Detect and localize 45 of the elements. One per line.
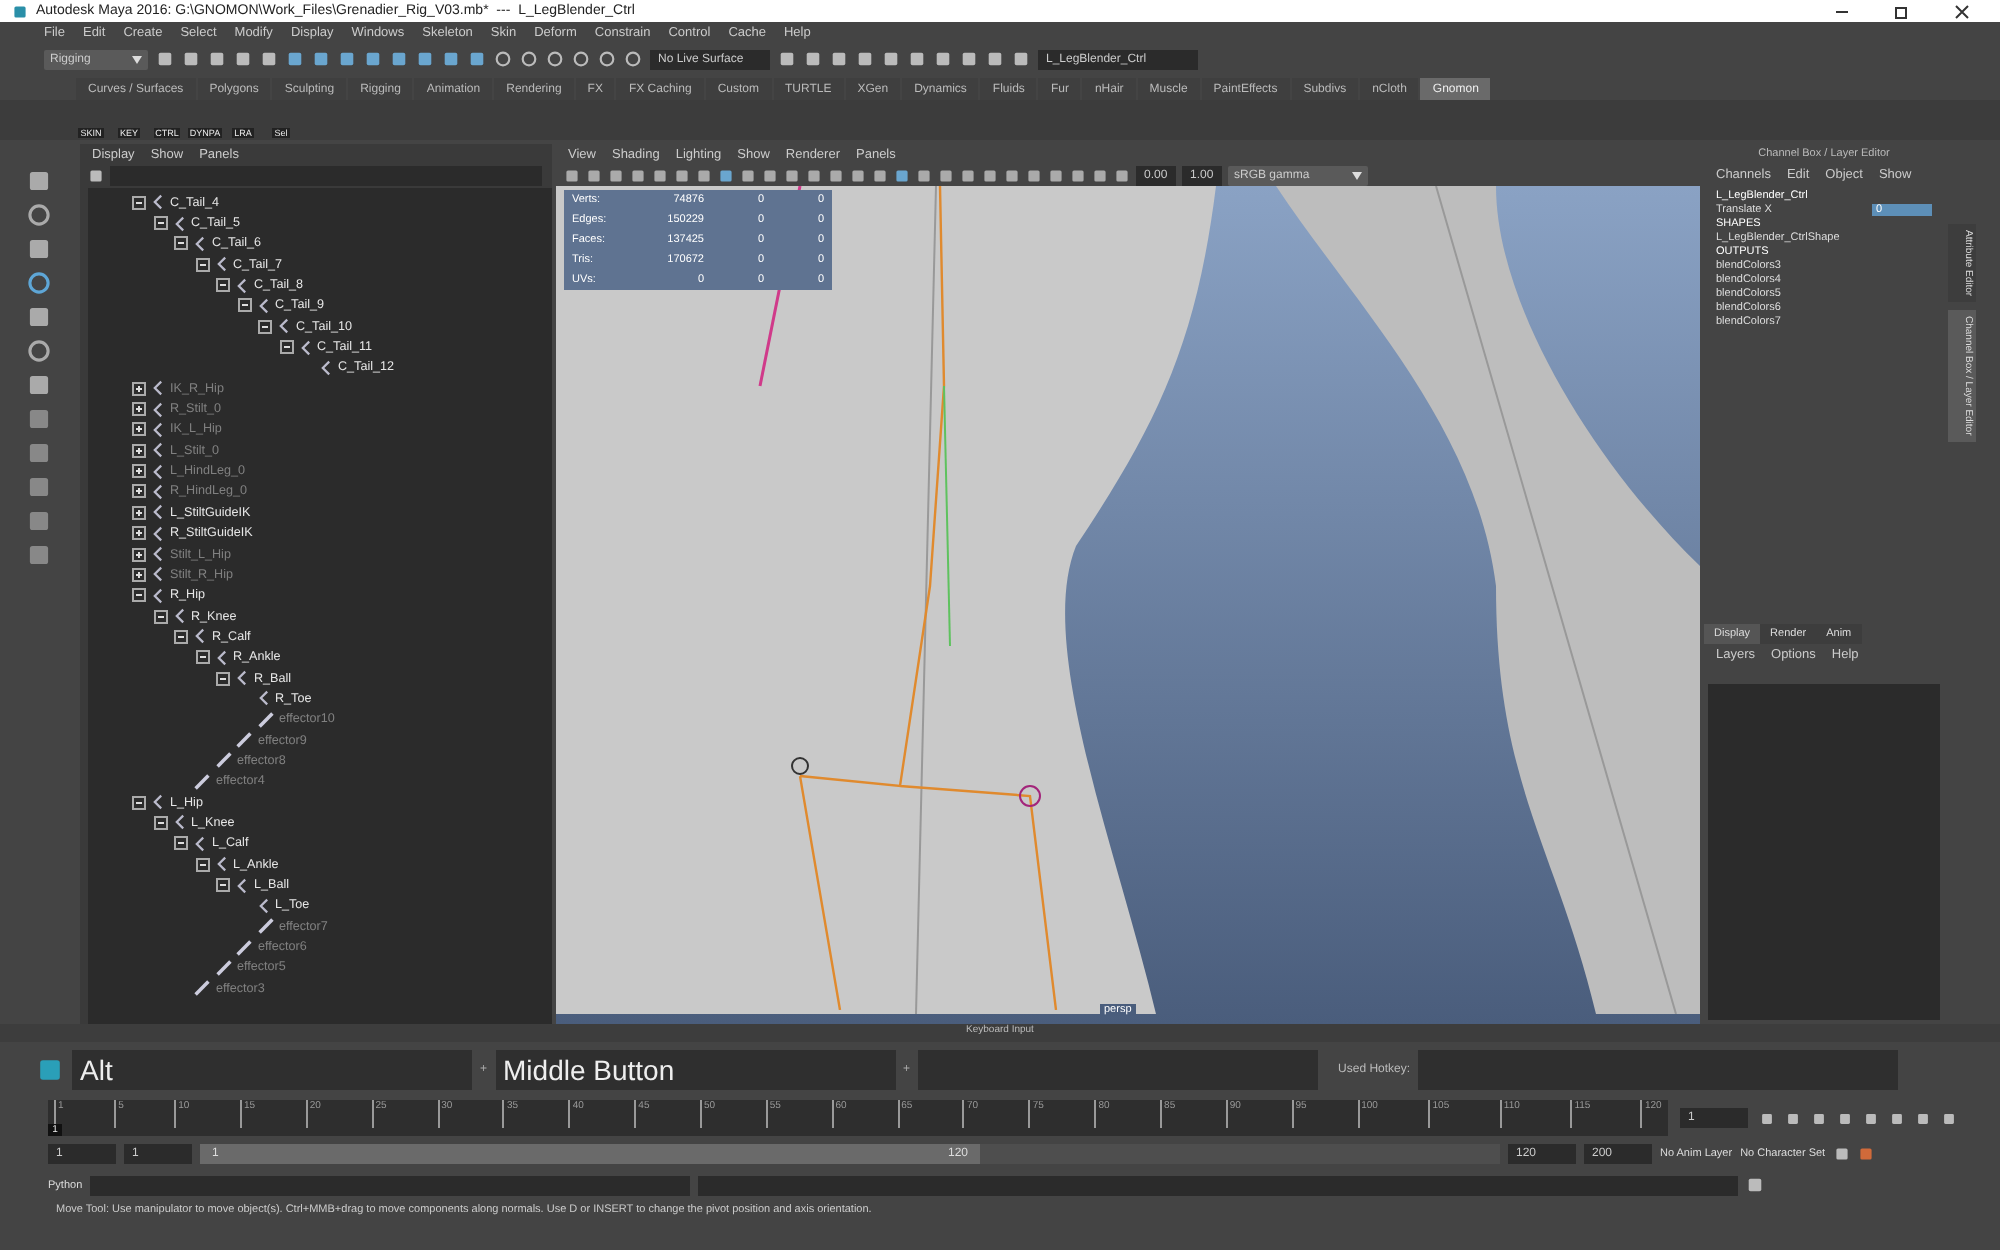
collapse-toggle[interactable] [132, 195, 146, 210]
collapse-toggle[interactable] [174, 836, 188, 851]
layout-icon[interactable] [25, 440, 51, 466]
collapse-toggle[interactable] [279, 340, 293, 355]
collapse-toggle[interactable] [216, 878, 230, 893]
collapse-toggle[interactable] [237, 298, 251, 313]
expand-toggle[interactable] [132, 443, 146, 458]
collapse-toggle[interactable] [216, 671, 230, 686]
layout-icon[interactable] [25, 406, 51, 432]
collapse-toggle[interactable] [132, 795, 146, 810]
collapse-toggle[interactable] [153, 609, 167, 624]
expand-toggle[interactable] [132, 464, 146, 479]
expand-toggle[interactable] [132, 547, 146, 562]
tool-icon[interactable] [25, 168, 51, 194]
collapse-toggle[interactable] [174, 236, 188, 251]
key-field[interactable]: Alt [72, 1049, 472, 1089]
collapse-toggle[interactable] [195, 257, 209, 272]
caret-icon [1352, 171, 1362, 179]
tool-icon[interactable] [25, 270, 51, 296]
tool-icon[interactable] [25, 372, 51, 398]
collapse-toggle[interactable] [195, 650, 209, 665]
caret-icon [132, 55, 142, 63]
expand-toggle[interactable] [132, 567, 146, 582]
collapse-toggle[interactable] [132, 588, 146, 603]
collapse-toggle[interactable] [174, 629, 188, 644]
tool-icon[interactable] [25, 304, 51, 330]
collapse-toggle[interactable] [258, 319, 272, 334]
layout-icon[interactable] [25, 542, 51, 568]
collapse-toggle[interactable] [153, 216, 167, 231]
expand-toggle[interactable] [132, 422, 146, 437]
key-field[interactable]: Middle Button [495, 1049, 896, 1089]
expand-toggle[interactable] [132, 402, 146, 417]
tool-icon[interactable] [25, 338, 51, 364]
command-field[interactable] [90, 1175, 691, 1195]
collapse-toggle[interactable] [216, 278, 230, 293]
expand-toggle[interactable] [132, 505, 146, 520]
expand-toggle[interactable] [132, 381, 146, 396]
tool-icon[interactable] [25, 202, 51, 228]
layout-icon[interactable] [25, 508, 51, 534]
expand-toggle[interactable] [132, 484, 146, 499]
tool-icon[interactable] [25, 236, 51, 262]
collapse-toggle[interactable] [153, 815, 167, 830]
layout-icon[interactable] [25, 474, 51, 500]
expand-toggle[interactable] [132, 526, 146, 541]
collapse-toggle[interactable] [195, 857, 209, 872]
